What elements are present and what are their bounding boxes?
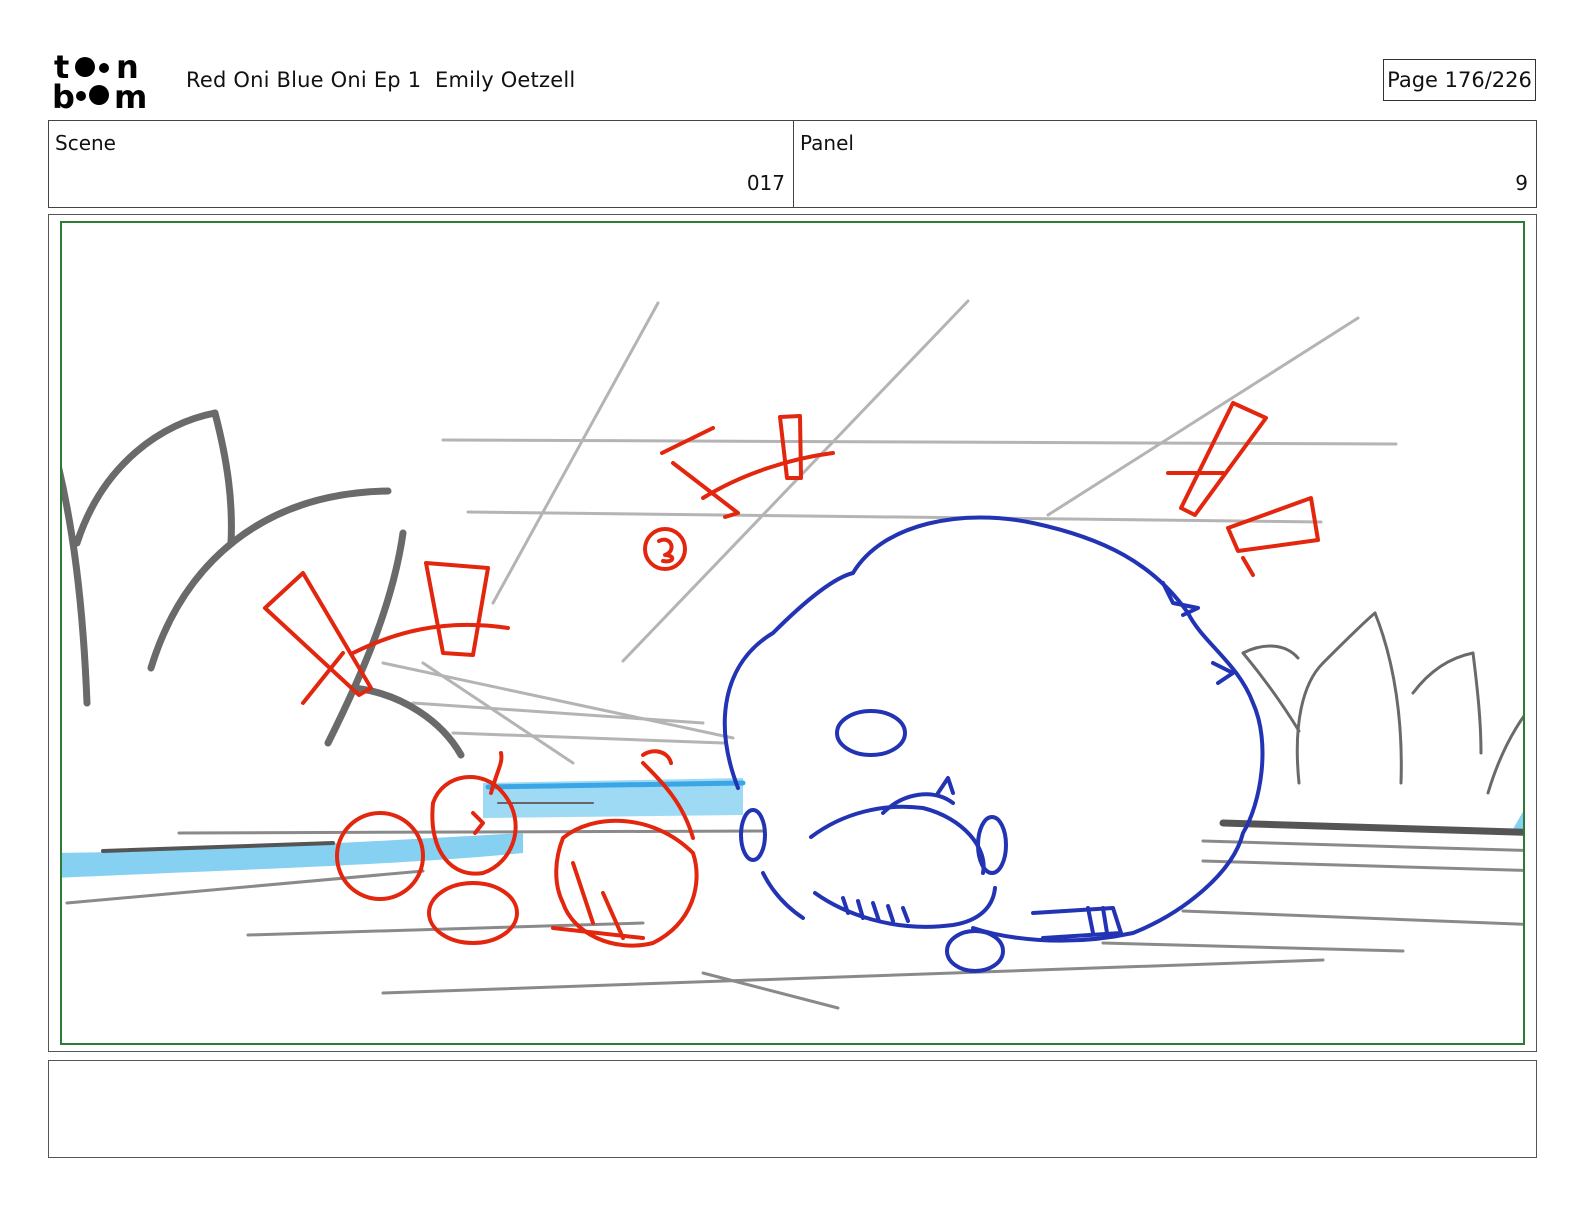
speed-lines xyxy=(381,299,1398,765)
panel-value: 9 xyxy=(1515,171,1528,195)
scene-cell: Scene 017 xyxy=(49,121,794,207)
svg-text:b: b xyxy=(52,78,75,114)
scene-value: 017 xyxy=(746,171,785,195)
panel-label: Panel xyxy=(800,131,854,155)
scene-label: Scene xyxy=(55,131,116,155)
page-indicator: Page 176/226 xyxy=(1383,59,1536,101)
panel-notes-box xyxy=(48,1060,1537,1158)
logo-mark: t n b m xyxy=(52,48,147,116)
scene-panel-info: Scene 017 Panel 9 xyxy=(48,120,1537,208)
document-title: Red Oni Blue Oni Ep 1 Emily Oetzell xyxy=(186,68,576,92)
storyboard-panel-drawing xyxy=(60,221,1525,1045)
svg-text:m: m xyxy=(114,78,147,114)
red-effort-marks xyxy=(263,401,1320,705)
toon-boom-logo: t n b m xyxy=(50,48,166,116)
storyboard-frame xyxy=(48,214,1537,1052)
right-bushes xyxy=(1241,611,1523,795)
page-label: Page 176/226 xyxy=(1387,68,1532,92)
panel-sketch xyxy=(62,299,1523,1010)
panel-cell: Panel 9 xyxy=(794,121,1536,207)
blue-oni-character xyxy=(722,515,1265,973)
left-bushes xyxy=(62,409,465,759)
